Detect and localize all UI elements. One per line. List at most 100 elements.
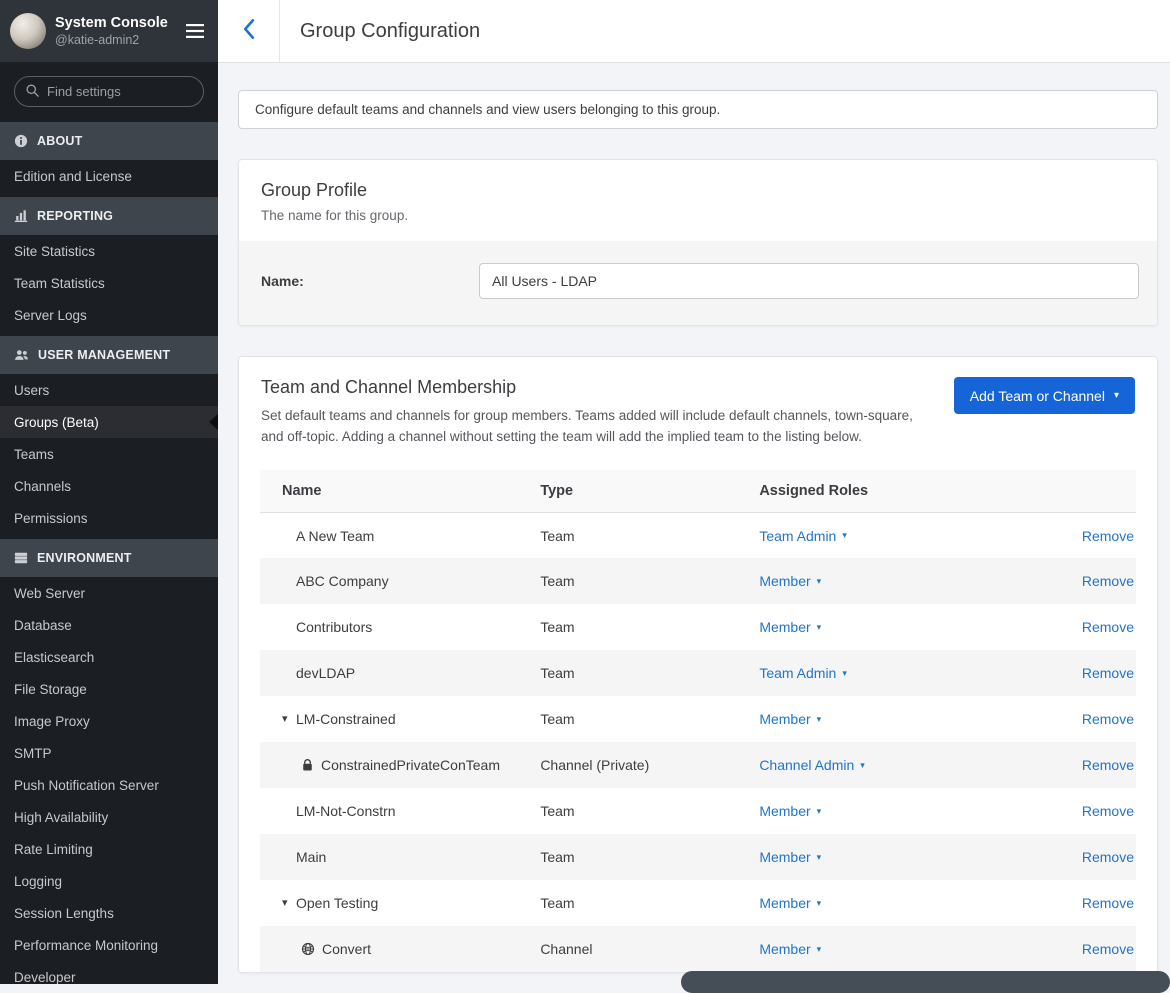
sidebar-item-performance-monitoring[interactable]: Performance Monitoring: [0, 929, 218, 961]
row-name: Open Testing: [296, 895, 378, 911]
table-row: ContributorsTeamMember▾Remove: [260, 604, 1136, 650]
main-area: Group Configuration Configure default te…: [218, 0, 1170, 984]
bar-chart-icon: [14, 209, 28, 223]
search-input[interactable]: [14, 76, 204, 107]
add-team-or-channel-button[interactable]: Add Team or Channel ▾: [954, 377, 1135, 414]
horizontal-scrollbar[interactable]: [681, 971, 1170, 993]
sidebar-item-edition-and-license[interactable]: Edition and License: [0, 160, 218, 192]
row-name: Convert: [322, 941, 371, 957]
menu-icon[interactable]: [186, 24, 204, 38]
group-profile-card: Group Profile The name for this group. N…: [238, 159, 1158, 326]
remove-link[interactable]: Remove: [1082, 528, 1134, 544]
role-dropdown[interactable]: Member▾: [759, 619, 821, 635]
section-label: REPORTING: [37, 209, 113, 223]
table-row: A New TeamTeamTeam Admin▾Remove: [260, 512, 1136, 558]
row-name: Main: [296, 849, 326, 865]
table-row: ▾Open Testing TeamMember▾ Remove: [260, 880, 1136, 926]
membership-card: Team and Channel Membership Set default …: [238, 356, 1158, 973]
sidebar-section-environment: ENVIRONMENT: [0, 539, 218, 577]
table-row: ConvertChannelMember▾Remove: [260, 926, 1136, 972]
sidebar-item-web-server[interactable]: Web Server: [0, 577, 218, 609]
sidebar: System Console @katie-admin2 ABOUT Editio…: [0, 0, 218, 984]
sidebar-item-teams[interactable]: Teams: [0, 438, 218, 470]
group-profile-form: Name:: [239, 241, 1157, 325]
caret-down-icon: ▾: [817, 945, 822, 954]
role-dropdown[interactable]: Team Admin▾: [759, 528, 847, 544]
remove-link[interactable]: Remove: [1082, 941, 1134, 957]
row-type: Team: [540, 604, 759, 650]
caret-down-icon: ▾: [817, 577, 822, 586]
remove-link[interactable]: Remove: [1082, 665, 1134, 681]
section-label: ENVIRONMENT: [37, 551, 132, 565]
users-icon: [14, 348, 29, 362]
table-row: devLDAPTeamTeam Admin▾Remove: [260, 650, 1136, 696]
sidebar-header: System Console @katie-admin2: [0, 0, 218, 62]
sidebar-item-file-storage[interactable]: File Storage: [0, 673, 218, 705]
role-dropdown[interactable]: Member▾: [759, 573, 821, 589]
row-name: LM-Constrained: [296, 711, 396, 727]
remove-link[interactable]: Remove: [1082, 895, 1134, 911]
sidebar-item-channels[interactable]: Channels: [0, 470, 218, 502]
row-type: Team: [540, 650, 759, 696]
sidebar-section-user-management: USER MANAGEMENT: [0, 336, 218, 374]
collapse-caret-icon[interactable]: ▾: [282, 714, 296, 725]
column-header-actions: [1005, 470, 1136, 513]
role-dropdown[interactable]: Member▾: [759, 941, 821, 957]
sidebar-search: [0, 62, 218, 117]
chevron-left-icon: [242, 18, 255, 45]
sidebar-item-smtp[interactable]: SMTP: [0, 737, 218, 769]
sidebar-item-session-lengths[interactable]: Session Lengths: [0, 897, 218, 929]
sidebar-item-database[interactable]: Database: [0, 609, 218, 641]
remove-link[interactable]: Remove: [1082, 711, 1134, 727]
membership-title: Team and Channel Membership: [261, 377, 921, 398]
column-header-type: Type: [540, 470, 759, 513]
caret-down-icon: ▾: [1114, 391, 1119, 401]
caret-down-icon: ▾: [842, 531, 847, 540]
avatar: [10, 13, 46, 49]
sidebar-item-team-statistics[interactable]: Team Statistics: [0, 267, 218, 299]
sidebar-nav: ABOUT Edition and License REPORTING Site St…: [0, 117, 218, 984]
row-type: Team: [540, 788, 759, 834]
sidebar-item-groups-beta[interactable]: Groups (Beta): [0, 406, 218, 438]
sidebar-item-permissions[interactable]: Permissions: [0, 502, 218, 534]
column-header-name: Name: [260, 470, 540, 513]
role-dropdown[interactable]: Member▾: [759, 711, 821, 727]
remove-link[interactable]: Remove: [1082, 757, 1134, 773]
role-dropdown[interactable]: Member▾: [759, 849, 821, 865]
role-dropdown[interactable]: Member▾: [759, 803, 821, 819]
back-button[interactable]: [218, 0, 280, 62]
collapse-caret-icon[interactable]: ▾: [282, 898, 296, 909]
remove-link[interactable]: Remove: [1082, 619, 1134, 635]
admin-username: @katie-admin2: [55, 33, 177, 47]
sidebar-item-logging[interactable]: Logging: [0, 865, 218, 897]
group-name-input[interactable]: [479, 263, 1139, 299]
sidebar-item-server-logs[interactable]: Server Logs: [0, 299, 218, 331]
section-label: ABOUT: [37, 134, 82, 148]
sidebar-item-push-notification-server[interactable]: Push Notification Server: [0, 769, 218, 801]
sidebar-item-high-availability[interactable]: High Availability: [0, 801, 218, 833]
search-icon: [25, 83, 40, 98]
table-row: ConstrainedPrivateConTeamChannel (Privat…: [260, 742, 1136, 788]
sidebar-item-image-proxy[interactable]: Image Proxy: [0, 705, 218, 737]
server-icon: [14, 551, 28, 565]
sidebar-header-text: System Console @katie-admin2: [55, 15, 177, 47]
remove-link[interactable]: Remove: [1082, 803, 1134, 819]
sidebar-item-rate-limiting[interactable]: Rate Limiting: [0, 833, 218, 865]
table-row: ▾LM-ConstrainedTeamMember▾Remove: [260, 696, 1136, 742]
remove-link[interactable]: Remove: [1082, 573, 1134, 589]
sidebar-item-site-statistics[interactable]: Site Statistics: [0, 235, 218, 267]
sidebar-item-users[interactable]: Users: [0, 374, 218, 406]
group-profile-subtitle: The name for this group.: [261, 208, 1135, 223]
sidebar-item-developer[interactable]: Developer: [0, 961, 218, 984]
row-name: ABC Company: [296, 573, 389, 589]
role-dropdown[interactable]: Channel Admin▾: [759, 757, 864, 773]
sidebar-item-elasticsearch[interactable]: Elasticsearch: [0, 641, 218, 673]
column-header-assigned-roles: Assigned Roles: [759, 470, 1004, 513]
remove-link[interactable]: Remove: [1082, 849, 1134, 865]
table-row: LM-Not-ConstrnTeamMember▾Remove: [260, 788, 1136, 834]
row-type: Team: [540, 880, 759, 926]
table-row: MainTeamMember▾Remove: [260, 834, 1136, 880]
role-dropdown[interactable]: Team Admin▾: [759, 665, 847, 681]
caret-down-icon: ▾: [842, 669, 847, 678]
role-dropdown[interactable]: Member▾: [759, 895, 821, 911]
